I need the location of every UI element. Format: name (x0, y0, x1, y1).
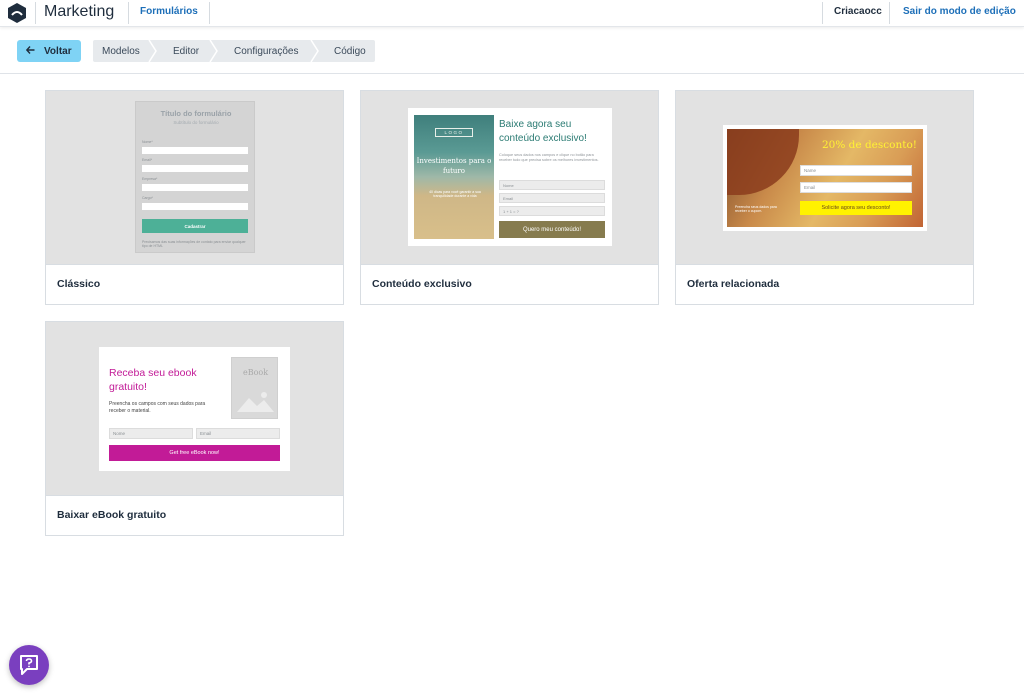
template-card-free-ebook[interactable]: Receba seu ebook gratuito! Preencha os c… (45, 321, 344, 536)
submit-button: Get free eBook now! (109, 445, 280, 461)
form-footer: Precisamos das suas informações de conta… (142, 240, 246, 249)
divider (889, 2, 890, 24)
template-preview: 20% de desconto! Name Email Solicite ago… (676, 91, 973, 265)
email-field: Email (800, 182, 912, 193)
back-button-label: Voltar (44, 45, 72, 57)
chat-help-icon (20, 655, 38, 675)
step-code[interactable]: Código (334, 40, 366, 62)
field-label: Empresa* (142, 177, 158, 181)
step-settings[interactable]: Configurações (234, 40, 298, 62)
exit-edit-mode-link[interactable]: Sair do modo de edição (903, 6, 1016, 17)
template-preview: Receba seu ebook gratuito! Preencha os c… (46, 322, 343, 496)
step-editor[interactable]: Editor (173, 40, 199, 62)
template-card-classic[interactable]: Título do formulário Subtítulo do formul… (45, 90, 344, 305)
brand-logo-icon[interactable] (6, 2, 28, 24)
field-label: Nome* (142, 140, 153, 144)
form-text: Preencha os campos com seus dados para r… (109, 401, 206, 414)
submit-button: Quero meu conteúdo! (499, 221, 605, 238)
steps-bar: Voltar Modelos Editor Configurações Códi… (0, 28, 1024, 74)
discount-heading: 20% de desconto! (822, 139, 917, 151)
form-heading: Receba seu ebook gratuito! (109, 367, 197, 393)
help-chat-button[interactable] (9, 645, 49, 685)
arrow-left-icon (25, 45, 35, 57)
field-input (142, 165, 248, 172)
template-preview: Título do formulário Subtítulo do formul… (46, 91, 343, 265)
email-field: Email (196, 428, 280, 439)
field-label: Email* (142, 158, 153, 162)
tab-forms[interactable]: Formulários (140, 6, 198, 17)
user-menu[interactable]: Criacaocc (834, 6, 882, 17)
form-subtitle: Subtítulo do formulário (173, 120, 219, 125)
beach-image: LOGO Investimentos para o futuro 40 dica… (414, 115, 494, 239)
form-heading: Baixe agora seu conteúdo exclusivo! (499, 119, 587, 144)
submit-button: Solicite agora seu desconto! (800, 201, 912, 215)
offer-note: Preencha seus dados para receber o cupom… (735, 205, 777, 214)
template-preview: LOGO Investimentos para o futuro 40 dica… (361, 91, 658, 265)
divider (209, 2, 210, 24)
step-templates[interactable]: Modelos (102, 40, 140, 62)
ebook-cover-label: eBook (242, 368, 269, 377)
divider (822, 2, 823, 24)
coffee-cup-shape (727, 129, 799, 195)
back-button[interactable]: Voltar (17, 40, 81, 62)
template-name: Clássico (57, 278, 101, 290)
image-title: Investimentos para o futuro (416, 157, 492, 175)
field-input (142, 147, 248, 154)
field-input (142, 203, 248, 210)
email-field: Email (499, 193, 605, 203)
field-input (142, 184, 248, 191)
ebook-cover: eBook (231, 357, 278, 419)
name-field: Nome (499, 180, 605, 190)
exclusive-form-preview: LOGO Investimentos para o futuro 40 dica… (408, 108, 612, 246)
top-bar: Marketing Formulários Criacaocc Sair do … (0, 0, 1024, 27)
template-name: Oferta relacionada (687, 278, 780, 290)
divider (128, 2, 129, 24)
field-label: Cargo* (142, 196, 153, 200)
app-title: Marketing (44, 3, 115, 20)
classic-form-preview: Título do formulário Subtítulo do formul… (135, 101, 255, 253)
form-title: Título do formulário (160, 109, 232, 118)
image-text: 40 dicas para você garantir a sua tranqu… (429, 190, 481, 199)
ebook-form-preview: Receba seu ebook gratuito! Preencha os c… (99, 347, 290, 471)
template-card-exclusive-content[interactable]: LOGO Investimentos para o futuro 40 dica… (360, 90, 659, 305)
template-name: Baixar eBook gratuito (57, 509, 167, 521)
captcha-field: 1 + 1 = ? (499, 206, 605, 216)
name-field: Name (800, 165, 912, 176)
submit-button: Cadastrar (142, 219, 248, 233)
template-card-related-offer[interactable]: 20% de desconto! Name Email Solicite ago… (675, 90, 974, 305)
image-placeholder-icon (237, 392, 274, 412)
divider (35, 2, 36, 24)
form-text: Coloque seus dados nos campos e clique n… (499, 153, 599, 162)
template-name: Conteúdo exclusivo (372, 278, 472, 290)
logo-placeholder: LOGO (435, 128, 473, 137)
name-field: Nome (109, 428, 193, 439)
offer-form-preview: 20% de desconto! Name Email Solicite ago… (723, 125, 927, 231)
